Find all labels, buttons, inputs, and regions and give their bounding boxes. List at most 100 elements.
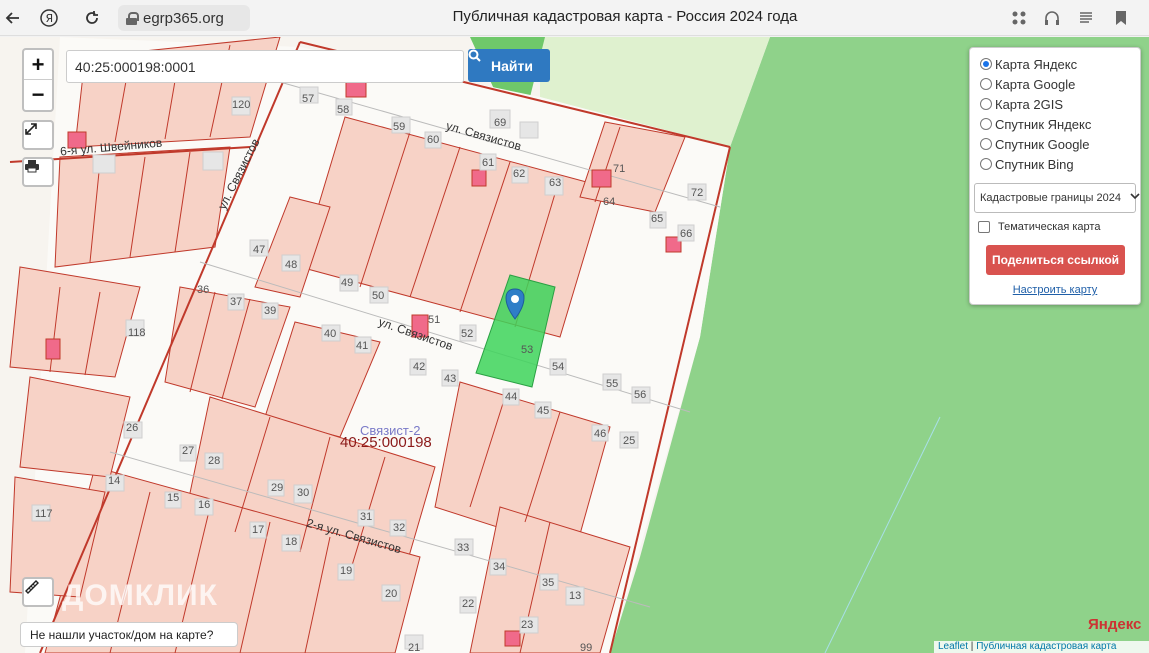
find-button-label: Найти <box>491 57 533 74</box>
plot-number: 27 <box>182 445 195 457</box>
plot-number: 47 <box>253 244 266 256</box>
plot-number: 71 <box>613 163 626 175</box>
plot-number: 18 <box>285 536 298 548</box>
plot-number: 52 <box>461 328 474 340</box>
plot-number: 21 <box>408 642 421 653</box>
not-found-link[interactable]: Не нашли участок/дом на карте? <box>20 622 238 647</box>
cadastral-map-link[interactable]: Публичная кадастровая карта <box>976 641 1116 652</box>
apps-icon[interactable] <box>1006 5 1032 31</box>
plot-number: 17 <box>252 524 265 536</box>
radio-icon <box>980 118 992 130</box>
leaflet-link[interactable]: Leaflet <box>938 641 968 652</box>
attribution: Leaflet | Публичная кадастровая карта <box>934 641 1149 653</box>
checkbox-icon <box>978 221 990 233</box>
plot-number: 30 <box>297 487 310 499</box>
layer-panel: Карта Яндекс Карта Google Карта 2GIS Спу… <box>969 47 1141 305</box>
plot-number: 50 <box>372 290 385 302</box>
plot-number: 45 <box>537 405 550 417</box>
thematic-map-checkbox[interactable]: Тематическая карта <box>978 221 1130 233</box>
fullscreen-button[interactable] <box>22 120 54 150</box>
plot-number: 19 <box>340 565 353 577</box>
layer-option-google-satellite[interactable]: Спутник Google <box>980 134 1130 154</box>
plot-number: 46 <box>594 428 607 440</box>
reload-icon[interactable] <box>79 5 105 31</box>
radio-icon <box>980 158 992 170</box>
plot-number: 40 <box>324 328 337 340</box>
plot-number: 49 <box>341 277 354 289</box>
plot-number: 117 <box>35 508 53 520</box>
zoom-out-button[interactable]: − <box>24 80 52 110</box>
plot-number: 37 <box>230 296 243 308</box>
layer-option-yandex-map[interactable]: Карта Яндекс <box>980 54 1130 74</box>
plot-number: 13 <box>569 590 582 602</box>
cadastral-map[interactable]: 57 58 59 60 61 62 63 64 65 66 69 71 72 4… <box>0 37 1149 653</box>
plot-number: 64 <box>603 196 616 208</box>
settlement-label: Связист-2 <box>360 423 421 438</box>
plot-number: 65 <box>651 213 664 225</box>
bookmark-icon[interactable] <box>1108 5 1134 31</box>
plot-number: 26 <box>126 422 139 434</box>
plot-number: 41 <box>356 340 369 352</box>
plot-number: 62 <box>513 168 526 180</box>
browser-toolbar: Я egrp365.org Публичная кадастровая карт… <box>0 0 1149 36</box>
layer-option-bing-satellite[interactable]: Спутник Bing <box>980 154 1130 174</box>
plot-number: 44 <box>505 391 518 403</box>
plot-number: 61 <box>482 157 495 169</box>
plot-number: 60 <box>427 134 440 146</box>
share-link-button[interactable]: Поделиться ссылкой <box>986 245 1125 275</box>
plot-number: 57 <box>302 93 315 105</box>
url-text: egrp365.org <box>143 9 224 27</box>
cadastral-search-input[interactable]: 40:25:000198:0001 <box>66 50 464 83</box>
svg-text:Я: Я <box>46 12 54 25</box>
plot-number: 16 <box>198 499 211 511</box>
measure-button[interactable] <box>22 577 54 607</box>
plot-number: 29 <box>271 482 284 494</box>
radio-icon <box>980 78 992 90</box>
plot-number: 69 <box>494 117 507 129</box>
zoom-control: + − <box>22 48 54 112</box>
address-bar[interactable]: egrp365.org <box>118 5 250 31</box>
zoom-in-button[interactable]: + <box>24 50 52 80</box>
yandex-browser-icon[interactable]: Я <box>36 5 62 31</box>
plot-number: 35 <box>542 577 555 589</box>
plot-number: 118 <box>128 327 146 339</box>
plot-number: 25 <box>623 435 636 447</box>
plot-number: 54 <box>552 361 565 373</box>
plot-number: 32 <box>393 522 406 534</box>
plot-number: 14 <box>108 475 121 487</box>
plot-number: 58 <box>337 104 350 116</box>
plot-number: 20 <box>385 588 398 600</box>
plot-number: 56 <box>634 389 647 401</box>
plot-number: 43 <box>444 373 457 385</box>
plot-number: 63 <box>549 177 562 189</box>
layer-option-google-map[interactable]: Карта Google <box>980 74 1130 94</box>
lock-icon <box>126 11 139 25</box>
plot-number: 23 <box>521 619 534 631</box>
radio-icon <box>980 58 992 70</box>
radio-icon <box>980 98 992 110</box>
plot-number: 120 <box>232 99 251 111</box>
plot-number: 22 <box>462 598 475 610</box>
yandex-logo: Яндекс <box>1088 616 1142 633</box>
plot-number: 55 <box>606 378 619 390</box>
plot-number: 31 <box>360 511 373 523</box>
plot-number: 36 <box>197 284 210 296</box>
reader-mode-icon[interactable] <box>1073 5 1099 31</box>
plot-number: 48 <box>285 259 298 271</box>
find-button[interactable]: Найти <box>468 49 550 82</box>
plot-number: 59 <box>393 121 406 133</box>
print-button[interactable] <box>22 157 54 187</box>
plot-number: 53 <box>521 344 534 356</box>
plot-number: 28 <box>208 455 221 467</box>
plot-number: 66 <box>680 228 693 240</box>
boundaries-select[interactable]: Кадастровые границы 2024 <box>974 183 1140 213</box>
layer-option-yandex-satellite[interactable]: Спутник Яндекс <box>980 114 1130 134</box>
headphones-icon[interactable] <box>1039 5 1065 31</box>
page-title: Публичная кадастровая карта - Россия 202… <box>452 8 798 25</box>
plot-number: 72 <box>691 187 704 199</box>
layer-option-2gis-map[interactable]: Карта 2GIS <box>980 94 1130 114</box>
radio-icon <box>980 138 992 150</box>
plot-number: 99 <box>580 642 593 653</box>
configure-map-link[interactable]: Настроить карту <box>980 284 1130 296</box>
back-icon[interactable] <box>0 5 26 31</box>
